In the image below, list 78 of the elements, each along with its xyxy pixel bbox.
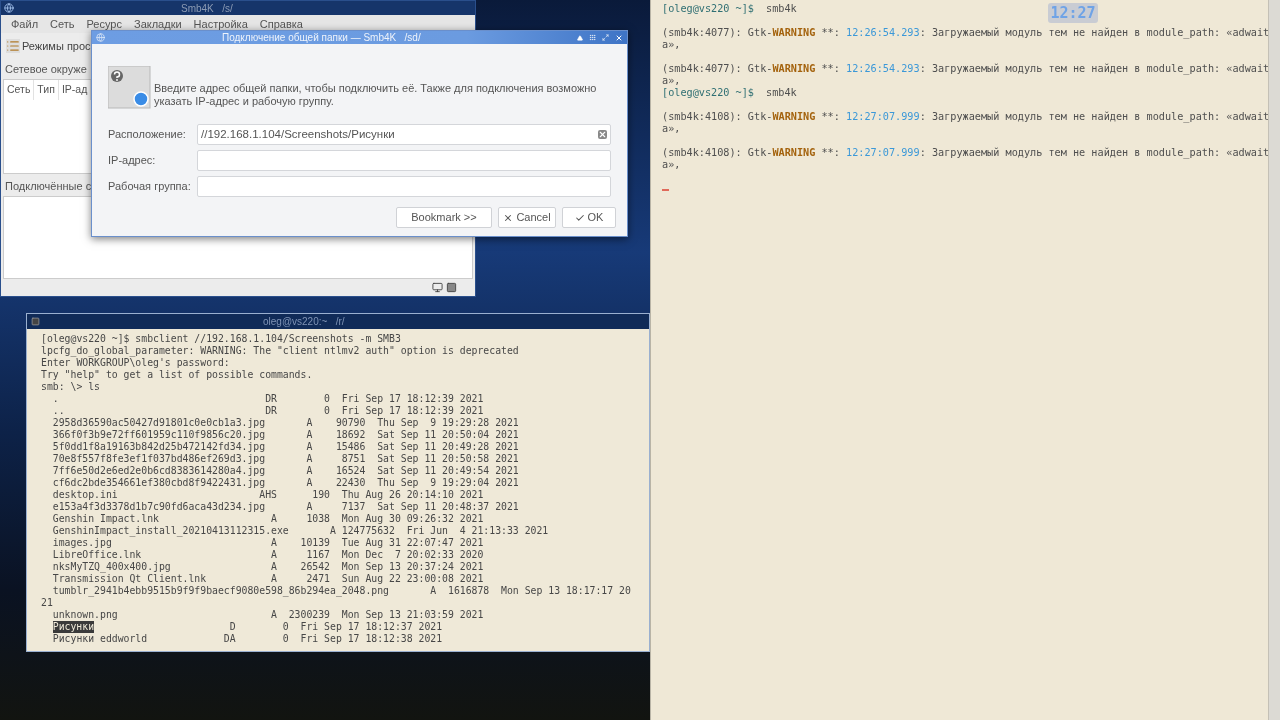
menu-item[interactable]: Справка <box>259 15 303 33</box>
terminal-line: e153a4f3d3378d1b7c90fd6aca43d234.jpg A 7137 Sat Sep 11 20:48:37 2021 <box>51 501 519 513</box>
terminal-line: lpcfg_do_global_parameter: WARNING: The "client ntlmv2 auth" option is deprecated <box>41 345 519 357</box>
clock: 12:27 <box>1048 3 1098 23</box>
wrapped-text: a», <box>662 159 681 171</box>
terminal-line: nksMyTZQ_400x400.jpg A 26542 Mon Sep 13 20:37:24 2021 <box>51 561 484 573</box>
globe-icon <box>4 3 14 13</box>
clear-icon[interactable] <box>598 130 607 139</box>
terminal-line: 5f0dd1f8a19163b842d25b472142fd34.jpg A 15486 Sat Sep 11 20:49:28 2021 <box>51 441 519 453</box>
terminal-line: [oleg@vs220 ~]$ smbclient //192.168.1.104/Screenshots -m SMB3 <box>41 333 401 345</box>
selected-text: Рисунки <box>52 621 95 633</box>
square-icon[interactable] <box>446 282 457 293</box>
text-cursor <box>662 189 669 191</box>
terminal-line: LibreOffice.lnk A 1167 Mon Dec 7 20:02:33 2020 <box>51 549 484 561</box>
dialog-button[interactable]: Cancel <box>498 207 556 228</box>
terminal-line: 7ff6e50d2e6ed2e0b6cd8383614280a4.jpg A 16524 Sat Sep 11 20:49:54 2021 <box>51 465 519 477</box>
warning-message: (smb4k:4108): Gtk-WARNING **: 12:27:07.999: Загружаемый модуль тем не найден в module_path: «adwait <box>662 111 1270 123</box>
column-header[interactable]: Сеть <box>4 80 35 100</box>
terminal-line: Рисунки eddworld DA 0 Fri Sep 17 18:12:38 2021 <box>51 633 443 645</box>
menu-item[interactable]: Настройка <box>193 15 248 33</box>
terminal-line: tumblr_2941b4ebb9515b9f9f9baecf9080e598_86b294ea_2048.png A 1616878 Mon Sep 13 18:17:17 20 <box>51 585 631 597</box>
terminal-line: Genshin Impact.lnk A 1038 Mon Aug 30 09:26:32 2021 <box>51 513 484 525</box>
terminal-line: Enter WORKGROUP\oleg's password: <box>41 357 230 369</box>
terminal-line: desktop.ini AHS 190 Thu Aug 26 20:14:10 2021 <box>51 489 484 501</box>
shell-prompt: [oleg@vs220 ~]$ <box>662 87 754 99</box>
shell-prompt: [oleg@vs220 ~]$ <box>662 3 754 15</box>
dialog-button[interactable]: Bookmark >> <box>396 207 492 228</box>
menu-item[interactable]: Файл <box>11 15 39 33</box>
terminal-line: .. DR 0 Fri Sep 17 18:12:39 2021 <box>51 405 484 417</box>
warning-message: (smb4k:4108): Gtk-WARNING **: 12:27:07.999: Загружаемый модуль тем не найден в module_path: «adwait <box>662 147 1270 159</box>
terminal-line: D 0 Fri Sep 17 18:12:37 2021 <box>228 621 443 633</box>
window-title: Smb4K /s/ <box>181 1 233 16</box>
wrapped-text: a», <box>662 39 681 51</box>
input-field[interactable] <box>197 176 611 197</box>
warning-message: (smb4k:4077): Gtk-WARNING **: 12:26:54.293: Загружаемый модуль тем не найден в module_path: «adwait <box>662 27 1270 39</box>
expand-icon[interactable] <box>602 34 609 41</box>
shell-command: smb4k <box>766 87 797 99</box>
warning-message: (smb4k:4077): Gtk-WARNING **: 12:26:54.293: Загружаемый модуль тем не найден в module_path: «adwait <box>662 63 1270 75</box>
terminal-line: Transmission Qt Client.lnk A 2471 Sun Aug 22 23:00:08 2021 <box>51 573 484 585</box>
input-field[interactable] <box>197 150 611 171</box>
dialog-description: Введите адрес общей папки, чтобы подключить её. Также для подключения возможно указать IP-адрес и рабочую группу. <box>154 82 598 109</box>
shell-command: smb4k <box>766 3 797 15</box>
terminal-icon <box>31 317 40 326</box>
section-label: Подключённые с <box>5 178 92 194</box>
wrapped-text: a», <box>662 75 681 87</box>
close-icon[interactable] <box>615 33 623 42</box>
wrapped-text: a», <box>662 123 681 135</box>
field-label: Расположение: <box>108 127 187 143</box>
question-box-icon <box>108 66 151 109</box>
terminal-line: smb: \> ls <box>41 381 100 393</box>
menu-item[interactable]: Ресурс <box>86 15 122 33</box>
up-arrow-icon[interactable] <box>577 34 583 41</box>
list-icon <box>6 39 20 53</box>
terminal-line: cf6dc2bde354661ef380cbd8f9422431.jpg A 22430 Thu Sep 9 19:29:04 2021 <box>51 477 519 489</box>
terminal-line: unknown.png A 2300239 Mon Sep 13 21:03:59 2021 <box>51 609 484 621</box>
toolbar-button[interactable]: Режимы прос <box>22 37 91 55</box>
terminal-line: Try "help" to get a list of possible commands. <box>41 369 313 381</box>
monitor-icon[interactable] <box>432 282 443 293</box>
dialog-title: Подключение общей папки — Smb4K /sd/ <box>222 31 421 45</box>
column-header[interactable]: Тип <box>34 80 59 100</box>
menu-item[interactable]: Закладки <box>134 15 182 33</box>
terminal-line: images.jpg A 10139 Tue Aug 31 22:07:47 2021 <box>51 537 484 549</box>
field-label: IP-адрес: <box>108 153 157 169</box>
terminal-line: 70e8f557f8fe3ef1f037bd486ef269d3.jpg A 8751 Sat Sep 11 20:50:58 2021 <box>51 453 519 465</box>
menu-item[interactable]: Сеть <box>50 15 75 33</box>
section-label: Сетевое окруже <box>5 61 87 77</box>
terminal-title: oleg@vs220:~ /r/ <box>263 315 345 329</box>
globe-icon <box>96 33 105 42</box>
close-icon <box>503 212 514 223</box>
terminal-line: . DR 0 Fri Sep 17 18:12:39 2021 <box>51 393 484 405</box>
terminal-line: GenshinImpact_install_20210413112315.exe A 124775632 Fri Jun 4 21:13:33 2021 <box>51 525 549 537</box>
input-field[interactable]: //192.168.1.104/Screenshots/Рисунки <box>197 124 611 145</box>
dialog-button[interactable]: OK <box>562 207 616 228</box>
terminal-line: 2958d36590ac50427d91801c0e0cb1a3.jpg A 90790 Thu Sep 9 19:29:28 2021 <box>51 417 519 429</box>
field-label: Рабочая группа: <box>108 179 192 195</box>
check-icon <box>574 212 585 223</box>
terminal-line: 366f0f3b9e72ff601959c110f9856c20.jpg A 18692 Sat Sep 11 20:50:04 2021 <box>51 429 519 441</box>
terminal-line: 21 <box>41 597 53 609</box>
